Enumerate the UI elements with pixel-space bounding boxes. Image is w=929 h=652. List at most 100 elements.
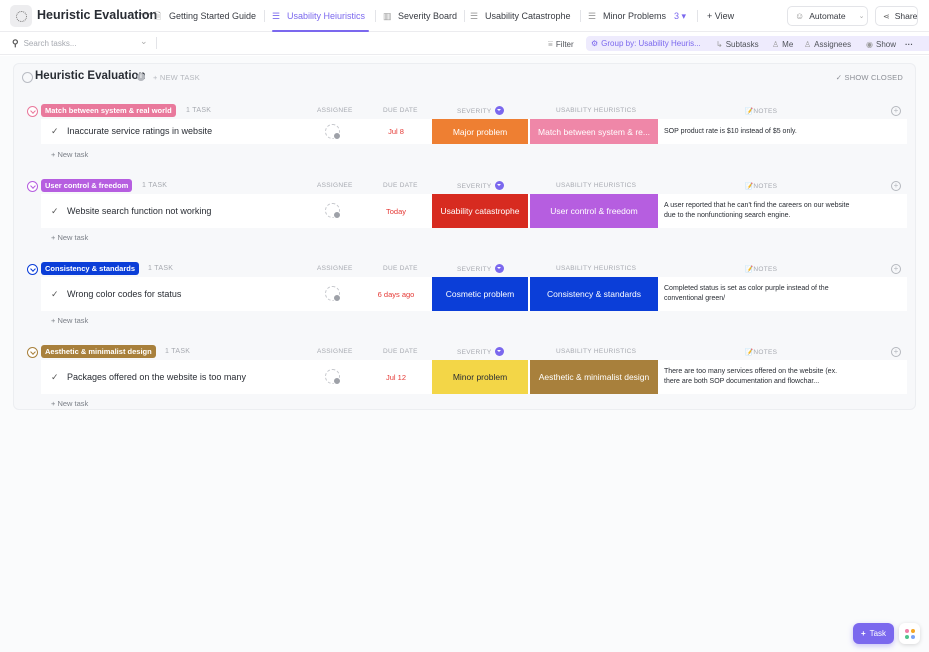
due-date[interactable]: 6 days ago (371, 290, 421, 299)
column-header-assignee[interactable]: ASSIGNEE (317, 348, 353, 355)
severity-cell[interactable]: Major problem (432, 119, 528, 144)
task-name[interactable]: Inaccurate service ratings in website (67, 126, 212, 136)
column-header-notes[interactable]: 📝NOTES (745, 182, 777, 190)
task-row[interactable]: ✓ Wrong color codes for status 6 days ag… (41, 277, 907, 311)
column-header-assignee[interactable]: ASSIGNEE (317, 265, 353, 272)
column-header-severity[interactable]: SEVERITY (457, 106, 504, 116)
main-content: Heuristic Evaluation i + NEW TASK ✓ SHOW… (0, 56, 929, 652)
subtasks-button[interactable]: ↳ Subtasks (716, 37, 759, 51)
apps-button[interactable] (899, 623, 920, 644)
column-header-due-date[interactable]: DUE DATE (383, 107, 418, 114)
views-count-dropdown[interactable]: 3 ▾ (674, 11, 686, 22)
severity-cell[interactable]: Cosmetic problem (432, 277, 528, 311)
task-name[interactable]: Packages offered on the website is too m… (67, 372, 246, 382)
info-icon[interactable]: i (137, 73, 145, 81)
show-button[interactable]: ◉ Show (866, 37, 896, 51)
column-header-notes[interactable]: 📝NOTES (745, 348, 777, 356)
task-name[interactable]: Wrong color codes for status (67, 289, 181, 299)
notes-cell[interactable]: There are too many services offered on t… (664, 367, 854, 387)
tab-usability-heiuristics[interactable]: ☰ Usability Heiuristics (272, 0, 370, 32)
add-task-label: Task (869, 629, 887, 638)
tab-severity-board[interactable]: ▥ Severity Board (383, 0, 457, 32)
search-input[interactable]: ⚲ Search tasks... (12, 38, 77, 49)
share-button[interactable]: ⋖ Share (875, 6, 918, 26)
notes-cell[interactable]: A user reported that he can't find the c… (664, 201, 854, 221)
apps-dot (910, 628, 915, 633)
sort-icon[interactable] (494, 347, 504, 356)
column-header-due-date[interactable]: DUE DATE (383, 265, 418, 272)
due-date[interactable]: Jul 12 (371, 373, 421, 382)
add-view-button[interactable]: + View (707, 0, 734, 32)
severity-cell[interactable]: Usability catastrophe (432, 194, 528, 228)
group-label: User control & freedom (41, 179, 133, 192)
collapse-group-toggle[interactable] (27, 347, 38, 358)
new-task-button[interactable]: + New task (51, 150, 88, 159)
filter-button[interactable]: ⩸ Filter (548, 37, 574, 51)
tab-getting-started-guide[interactable]: 🗎 Getting Started Guide (154, 0, 256, 32)
column-header-heuristics[interactable]: USABILITY HEURISTICS (556, 265, 636, 272)
heuristic-cell[interactable]: Aesthetic & minimalist design (530, 360, 658, 394)
add-column-icon[interactable]: + (891, 264, 901, 274)
task-row[interactable]: ✓ Inaccurate service ratings in website … (41, 119, 907, 144)
column-header-assignee[interactable]: ASSIGNEE (317, 107, 353, 114)
more-options-icon[interactable]: ··· (140, 6, 152, 20)
check-icon[interactable]: ✓ (51, 372, 59, 383)
column-header-heuristics[interactable]: USABILITY HEURISTICS (556, 182, 636, 189)
column-header-heuristics[interactable]: USABILITY HEURISTICS (556, 107, 636, 114)
task-name[interactable]: Website search function not working (67, 206, 211, 216)
tab-minor-problems[interactable]: ☰ Minor Problems 3 ▾ (588, 0, 686, 32)
heuristic-cell[interactable]: Match between system & re... (530, 119, 658, 144)
add-assignee-icon[interactable] (325, 124, 341, 140)
add-column-icon[interactable]: + (891, 106, 901, 116)
collapse-list-toggle[interactable] (22, 72, 33, 83)
collapse-group-toggle[interactable] (27, 181, 38, 192)
new-task-header-button[interactable]: + NEW TASK (153, 73, 200, 82)
column-header-heuristics[interactable]: USABILITY HEURISTICS (556, 348, 636, 355)
more-options-button[interactable]: ··· (905, 37, 913, 51)
severity-cell[interactable]: Minor problem (432, 360, 528, 394)
notes-cell[interactable]: Completed status is set as color purple … (664, 284, 854, 304)
tab-label: Minor Problems (603, 11, 667, 21)
notes-cell[interactable]: SOP product rate is $10 instead of $5 on… (664, 127, 854, 137)
sort-icon[interactable] (494, 106, 504, 115)
check-icon[interactable]: ✓ (51, 206, 59, 217)
task-row[interactable]: ✓ Website search function not working To… (41, 194, 907, 228)
add-assignee-icon[interactable] (325, 286, 341, 302)
column-header-severity[interactable]: SEVERITY (457, 264, 504, 274)
add-assignee-icon[interactable] (325, 369, 341, 385)
new-task-button[interactable]: + New task (51, 316, 88, 325)
column-header-notes[interactable]: 📝NOTES (745, 107, 777, 115)
heuristic-cell[interactable]: User control & freedom (530, 194, 658, 228)
column-header-assignee[interactable]: ASSIGNEE (317, 182, 353, 189)
chevron-down-icon[interactable]: ⌄ (140, 36, 148, 47)
heuristic-cell[interactable]: Consistency & standards (530, 277, 658, 311)
column-header-due-date[interactable]: DUE DATE (383, 348, 418, 355)
add-column-icon[interactable]: + (891, 347, 901, 357)
due-date[interactable]: Today (371, 207, 421, 216)
add-assignee-icon[interactable] (325, 203, 341, 219)
tab-usability-catastrophe[interactable]: ☰ Usability Catastrophe (470, 0, 571, 32)
column-header-severity[interactable]: SEVERITY (457, 181, 504, 191)
collapse-group-toggle[interactable] (27, 106, 38, 117)
space-icon[interactable] (10, 5, 32, 27)
column-header-due-date[interactable]: DUE DATE (383, 182, 418, 189)
me-button[interactable]: ♙ Me (772, 37, 793, 51)
show-closed-button[interactable]: ✓ SHOW CLOSED (836, 73, 903, 82)
chevron-down-icon[interactable]: ⌄ (859, 12, 865, 20)
due-date[interactable]: Jul 8 (371, 127, 421, 136)
check-icon[interactable]: ✓ (51, 289, 59, 300)
add-task-button[interactable]: + Task (853, 623, 894, 644)
collapse-group-toggle[interactable] (27, 264, 38, 275)
check-icon[interactable]: ✓ (51, 126, 59, 137)
tab-label: Getting Started Guide (169, 11, 257, 21)
sort-icon[interactable] (494, 264, 504, 273)
new-task-button[interactable]: + New task (51, 399, 88, 408)
task-row[interactable]: ✓ Packages offered on the website is too… (41, 360, 907, 394)
sort-icon[interactable] (494, 181, 504, 190)
column-header-notes[interactable]: 📝NOTES (745, 265, 777, 273)
assignees-button[interactable]: ♙ Assignees (804, 37, 851, 51)
add-column-icon[interactable]: + (891, 181, 901, 191)
automate-button[interactable]: ☺ Automate ⌄ (787, 6, 868, 26)
new-task-button[interactable]: + New task (51, 233, 88, 242)
column-header-severity[interactable]: SEVERITY (457, 347, 504, 357)
